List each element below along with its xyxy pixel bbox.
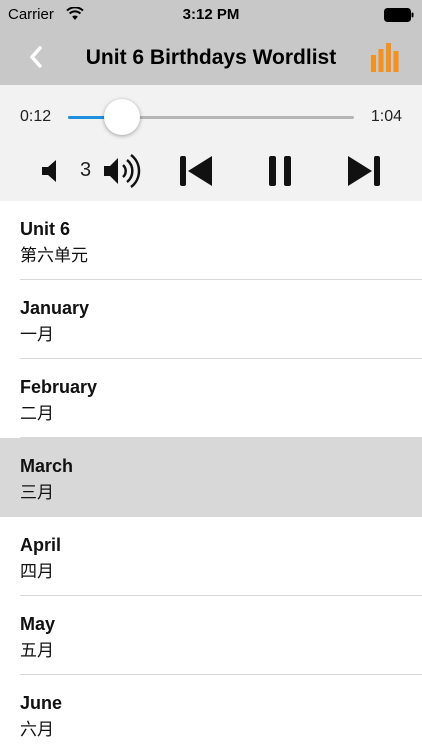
word-english: February	[20, 377, 98, 397]
volume-up-icon[interactable]	[102, 153, 144, 189]
status-bar: Carrier 3:12 PM	[0, 0, 422, 30]
word-english: Unit 6	[20, 219, 71, 239]
next-track-icon[interactable]	[346, 154, 382, 188]
word-chinese: 三月	[20, 483, 54, 503]
equalizer-icon[interactable]	[370, 41, 402, 73]
word-english: June	[20, 693, 63, 713]
word-english: March	[20, 456, 74, 476]
word-english: May	[20, 614, 56, 634]
word-chinese: 六月	[20, 720, 54, 740]
word-english: January	[20, 298, 90, 318]
word-row[interactable]: February 二月	[0, 359, 422, 438]
word-chinese: 第六单元	[20, 246, 88, 266]
audio-player: 0:12 1:04 3	[0, 85, 422, 201]
previous-track-icon[interactable]	[178, 154, 214, 188]
word-english: April	[20, 535, 62, 555]
volume-down-icon[interactable]	[40, 157, 62, 185]
word-row[interactable]: May 五月	[0, 596, 422, 675]
total-time: 1:04	[370, 108, 402, 125]
current-time: 0:12	[20, 108, 52, 125]
word-chinese: 五月	[20, 641, 54, 661]
nav-bar: Unit 6 Birthdays Wordlist	[0, 30, 422, 85]
word-row[interactable]: March 三月	[0, 438, 422, 517]
word-chinese: 二月	[20, 404, 54, 424]
progress-thumb[interactable]	[104, 99, 141, 135]
word-chinese: 一月	[20, 325, 54, 345]
word-row[interactable]: Unit 6 第六单元	[0, 201, 422, 280]
word-row[interactable]: June 六月	[0, 675, 422, 750]
battery-icon	[384, 8, 414, 22]
word-row[interactable]: January 一月	[0, 280, 422, 359]
pause-icon[interactable]	[266, 154, 294, 188]
status-time: 3:12 PM	[182, 6, 240, 23]
page-title: Unit 6 Birthdays Wordlist	[85, 46, 337, 69]
word-list: Unit 6 第六单元 January 一月 February 二月 March…	[0, 201, 422, 750]
chevron-left-icon	[30, 46, 42, 68]
word-chinese: 四月	[20, 562, 54, 582]
back-button[interactable]	[22, 43, 50, 71]
volume-level: 3	[80, 159, 92, 181]
word-row[interactable]: April 四月	[0, 517, 422, 596]
